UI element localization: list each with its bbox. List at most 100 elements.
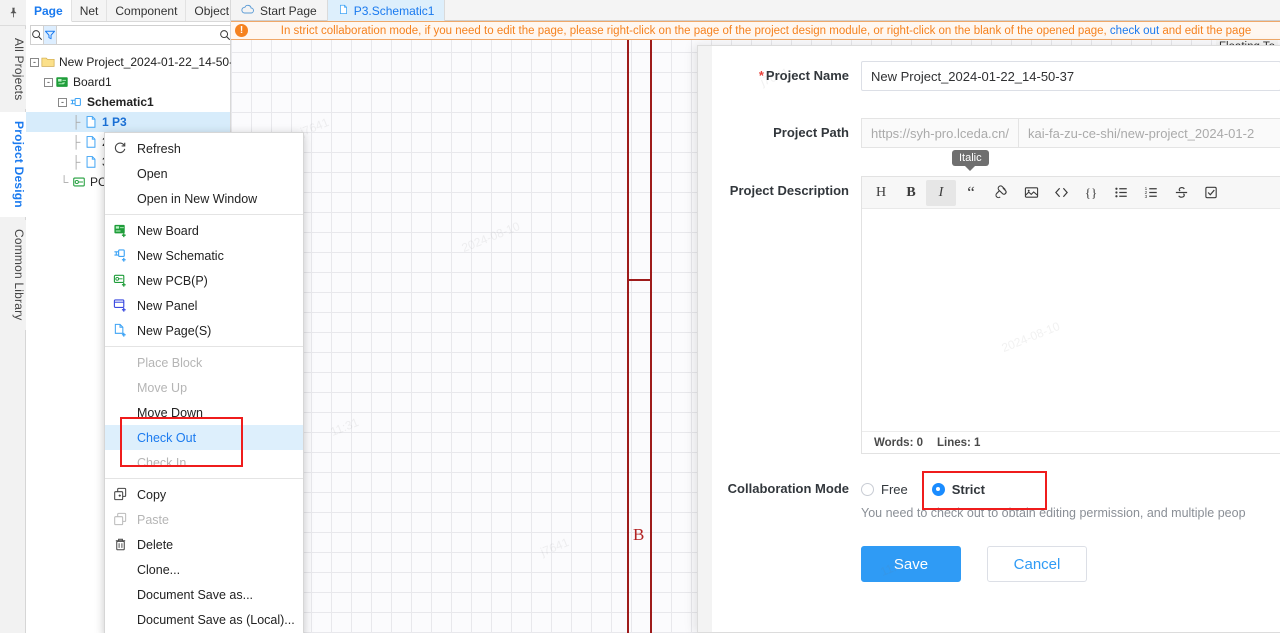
- italic-icon[interactable]: I: [926, 179, 956, 206]
- menu-item-document-save-as[interactable]: Document Save as...: [105, 582, 303, 607]
- menu-item-label: Move Up: [137, 380, 188, 395]
- tree-item-board[interactable]: - Board1: [26, 72, 230, 92]
- panel-tab-page[interactable]: Page: [26, 0, 72, 22]
- expander-icon[interactable]: -: [44, 77, 53, 87]
- tree-item-label: 1 P3: [102, 115, 127, 129]
- radio-label: Strict: [951, 481, 985, 497]
- panel-search-row: [26, 22, 235, 48]
- italic-tooltip: Italic: [952, 150, 989, 171]
- tree-item-schematic[interactable]: - Schematic1: [26, 92, 230, 112]
- link-icon[interactable]: [986, 180, 1016, 206]
- menu-item-label: Check In: [137, 455, 187, 470]
- page-icon: [84, 115, 98, 129]
- menu-item-new-pcb[interactable]: New PCB(P): [105, 268, 303, 293]
- project-description-label: Project Description: [729, 183, 849, 198]
- trash-icon: [113, 537, 129, 553]
- tree-item-project[interactable]: - New Project_2024-01-22_14-50-37: [26, 52, 246, 72]
- menu-item-refresh[interactable]: Refresh: [105, 136, 303, 161]
- pcb-icon: [72, 175, 86, 189]
- rail-tab-all-projects[interactable]: All Projects: [0, 29, 26, 110]
- panel-tab-net[interactable]: Net: [72, 0, 108, 21]
- rail-tab-label: Project Design: [12, 121, 26, 209]
- menu-item-label: Open: [137, 166, 168, 181]
- radio-strict[interactable]: Strict: [931, 481, 985, 497]
- doc-tab-p3-schematic1[interactable]: P3.Schematic1: [327, 0, 446, 21]
- bold-icon[interactable]: B: [896, 180, 926, 206]
- code-block-icon[interactable]: {}: [1076, 180, 1106, 206]
- folder-icon: [41, 55, 55, 69]
- filter-icon[interactable]: [44, 25, 57, 45]
- menu-item-label: Refresh: [137, 141, 181, 156]
- check-out-link[interactable]: check out: [1110, 25, 1159, 37]
- rail-tab-common-library[interactable]: Common Library: [0, 220, 26, 330]
- copy-icon: [113, 487, 129, 503]
- rail-tab-project-design[interactable]: Project Design: [0, 112, 26, 218]
- doc-tab-label: Start Page: [260, 3, 317, 18]
- project-name-input[interactable]: New Project_2024-01-22_14-50-37: [861, 61, 1280, 91]
- pin-icon[interactable]: [0, 0, 26, 26]
- menu-item-new-panel[interactable]: New Panel: [105, 293, 303, 318]
- menu-item-clone[interactable]: Clone...: [105, 557, 303, 582]
- cloud-icon: [241, 4, 255, 18]
- tree-item-label: New Project_2024-01-22_14-50-37: [59, 55, 247, 69]
- description-editor[interactable]: H B I “ {} 1 2 3 Words: 0 Lines: 1: [861, 176, 1280, 454]
- quote-icon[interactable]: “: [956, 180, 986, 206]
- project-path-row: Project Path https://syh-pro.lceda.cn/ k…: [698, 118, 1280, 148]
- menu-separator: [105, 478, 303, 479]
- menu-item-label: New Board: [137, 223, 199, 238]
- sheet-zone-letter: B: [633, 525, 645, 544]
- menu-item-new-page[interactable]: New Page(S): [105, 318, 303, 343]
- menu-item-label: Paste: [137, 512, 169, 527]
- menu-item-open-in-new-window[interactable]: Open in New Window: [105, 186, 303, 211]
- checklist-icon[interactable]: [1196, 180, 1226, 206]
- radio-free[interactable]: Free: [861, 482, 908, 497]
- search-input-wrapper[interactable]: [57, 25, 235, 45]
- strikethrough-icon[interactable]: [1166, 180, 1196, 206]
- menu-item-label: Place Block: [137, 355, 203, 370]
- expander-icon[interactable]: -: [58, 97, 67, 107]
- project-description-row: Project Description H B I “ {} 1 2 3 Wor…: [698, 176, 1280, 454]
- search-submit-icon[interactable]: [219, 29, 231, 41]
- code-icon[interactable]: [1046, 180, 1076, 206]
- paste-icon: [113, 512, 129, 528]
- rail-tab-label: All Projects: [12, 38, 26, 101]
- menu-item-new-board[interactable]: New Board: [105, 218, 303, 243]
- context-menu[interactable]: Refresh Open Open in New Window New Boar…: [104, 132, 304, 633]
- save-button[interactable]: Save: [861, 546, 961, 582]
- menu-item-document-save-as-local[interactable]: Document Save as (Local)...: [105, 607, 303, 632]
- menu-item-move-down[interactable]: Move Down: [105, 400, 303, 425]
- menu-item-new-schematic[interactable]: New Schematic: [105, 243, 303, 268]
- lines-count: Lines: 1: [937, 436, 981, 449]
- menu-item-label: New Schematic: [137, 248, 224, 263]
- search-icon[interactable]: [30, 25, 44, 45]
- cancel-button[interactable]: Cancel: [987, 546, 1087, 582]
- collaboration-mode-hint: You need to check out to obtain editing …: [861, 506, 1246, 520]
- tree-item-page-1[interactable]: ├ 1 P3: [26, 112, 230, 132]
- menu-item-delete[interactable]: Delete: [105, 532, 303, 557]
- words-count: Words: 0: [874, 436, 923, 449]
- new-board-icon: [113, 223, 129, 239]
- numbered-list-icon[interactable]: 123: [1136, 180, 1166, 206]
- svg-text:3: 3: [1144, 194, 1147, 199]
- project-path-value[interactable]: kai-fa-zu-ce-shi/new-project_2024-01-2: [1018, 118, 1280, 148]
- doc-tab-start-page[interactable]: Start Page: [231, 0, 328, 21]
- new-panel-icon: [113, 298, 129, 314]
- description-toolbar: H B I “ {} 1 2 3: [862, 177, 1280, 209]
- sheet-border-left: [627, 40, 629, 633]
- project-path-field: https://syh-pro.lceda.cn/ kai-fa-zu-ce-s…: [861, 118, 1280, 148]
- menu-item-copy[interactable]: Copy: [105, 482, 303, 507]
- description-textarea[interactable]: [862, 209, 1280, 431]
- menu-item-move-up: Move Up: [105, 375, 303, 400]
- heading-icon[interactable]: H: [866, 180, 896, 206]
- image-icon[interactable]: [1016, 180, 1046, 206]
- menu-item-check-out[interactable]: Check Out: [105, 425, 303, 450]
- document-tab-bar: Start Page P3.Schematic1: [231, 0, 1280, 21]
- expander-icon[interactable]: -: [30, 57, 39, 67]
- panel-tab-label: Component: [115, 4, 178, 18]
- menu-item-open[interactable]: Open: [105, 161, 303, 186]
- panel-tab-component[interactable]: Component: [107, 0, 187, 21]
- search-input[interactable]: [60, 27, 219, 43]
- bullet-list-icon[interactable]: [1106, 180, 1136, 206]
- tree-guide: ├: [71, 155, 81, 169]
- tree-guide: └: [59, 175, 69, 189]
